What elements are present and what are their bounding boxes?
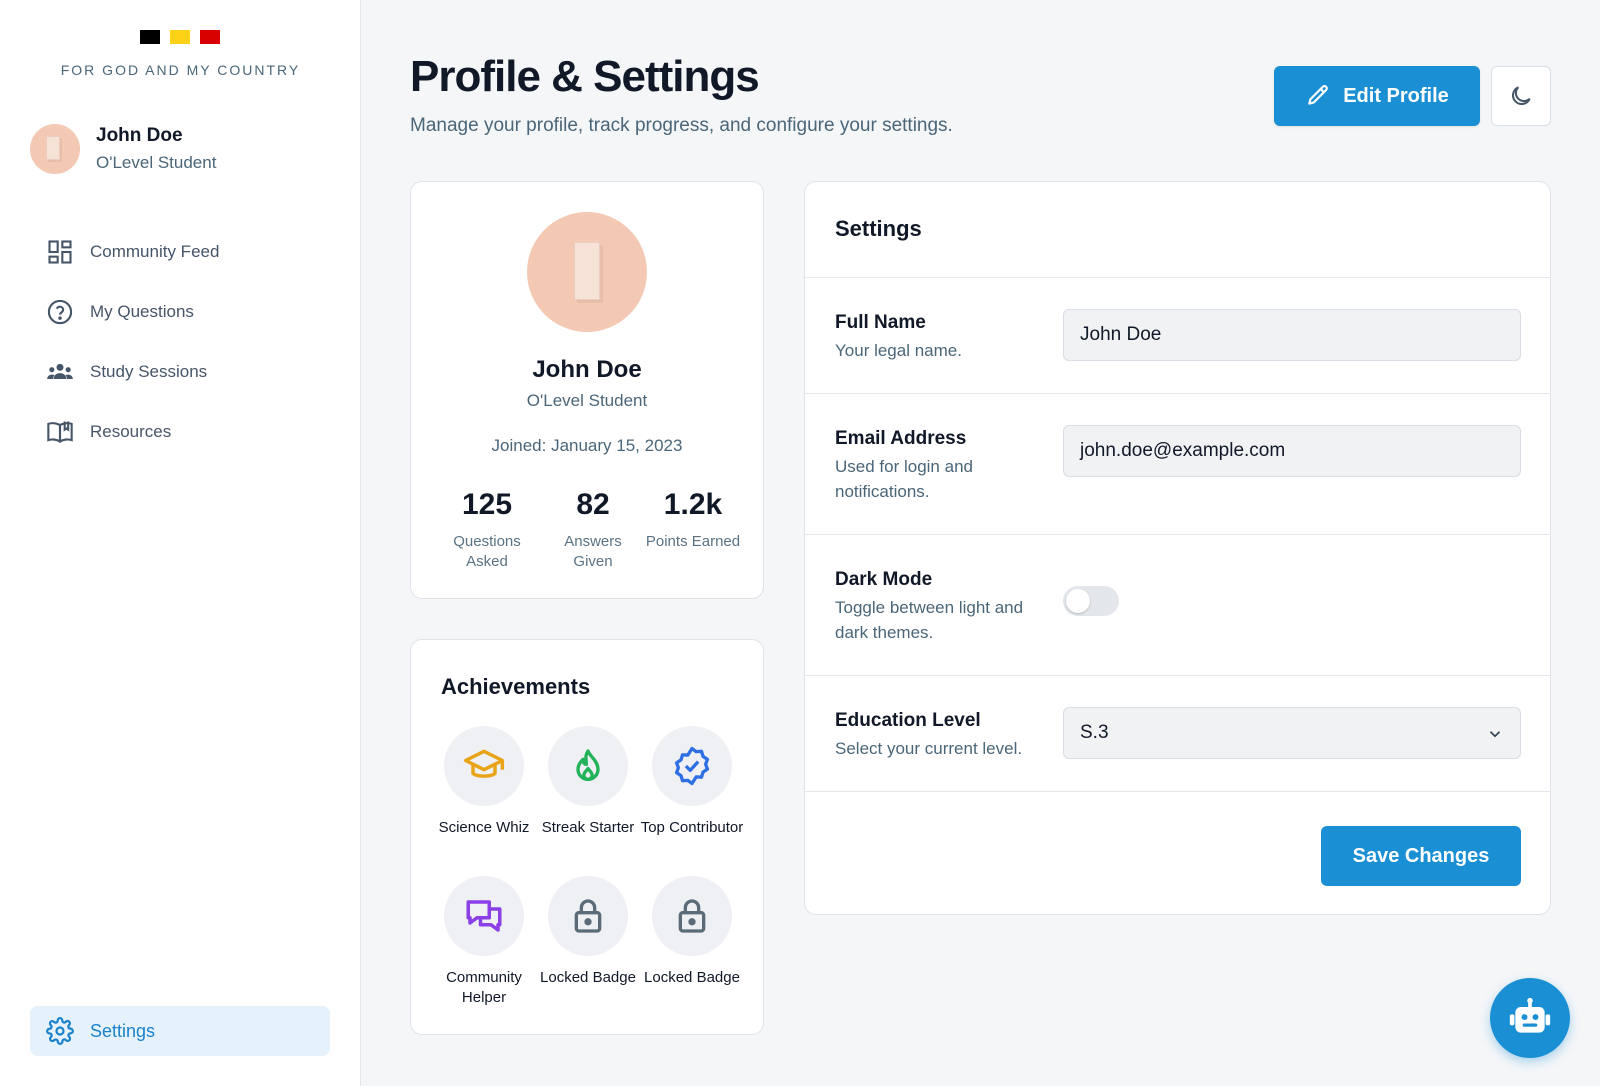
badge-community-helper[interactable]: Community Helper <box>432 876 536 1008</box>
sidebar-item-label: Resources <box>90 422 172 441</box>
stat-questions-asked: 125 Questions Asked <box>437 488 537 572</box>
save-changes-button[interactable]: Save Changes <box>1321 826 1521 886</box>
badge-locked[interactable]: Locked Badge <box>640 876 744 988</box>
sidebar-item-study-sessions[interactable]: Study Sessions <box>30 342 330 402</box>
setting-title: Dark Mode <box>835 569 933 590</box>
badge-label: Science Whiz <box>438 819 530 836</box>
page-subtitle: Manage your profile, track progress, and… <box>410 115 953 136</box>
book-icon <box>44 416 76 448</box>
badge-label: Community Helper <box>446 969 522 1006</box>
setting-title: Full Name <box>835 312 926 333</box>
avatar <box>30 124 80 174</box>
chat-bubbles-icon <box>444 876 524 956</box>
stat-value: 125 <box>461 488 513 521</box>
lock-icon <box>548 876 628 956</box>
assistant-button[interactable] <box>1490 978 1570 1058</box>
avatar <box>527 212 647 332</box>
setting-education-level: Education Level Select your current leve… <box>805 676 1550 792</box>
badge-science-whiz[interactable]: Science Whiz <box>432 726 536 838</box>
stat-label: Answers Given <box>564 533 622 570</box>
sidebar-user-role: O'Level Student <box>96 153 217 172</box>
motto: FOR GOD AND MY COUNTRY <box>60 62 301 78</box>
pencil-icon <box>1308 85 1329 105</box>
badge-label: Streak Starter <box>541 819 635 836</box>
email-field[interactable]: john.doe@example.com <box>1063 425 1521 477</box>
full-name-field[interactable]: John Doe <box>1063 309 1521 361</box>
education-level-select[interactable]: S.3 <box>1063 707 1521 759</box>
theme-toggle-button[interactable] <box>1491 66 1551 126</box>
chevron-down-icon <box>1489 731 1501 738</box>
setting-title: Email Address <box>835 428 967 449</box>
profile-name: John Doe <box>532 356 642 383</box>
edit-profile-button[interactable]: Edit Profile <box>1274 66 1480 126</box>
sidebar-item-my-questions[interactable]: My Questions <box>30 282 330 342</box>
setting-description: Select your current level. <box>835 739 1023 758</box>
sidebar-item-label: Community Feed <box>90 242 220 261</box>
sidebar-item-resources[interactable]: Resources <box>30 402 330 462</box>
achievements-card: Achievements Science Whiz Streak Starter… <box>410 639 764 1035</box>
setting-description: Used for login and notifications. <box>835 457 973 501</box>
badge-label: Locked Badge <box>540 969 636 986</box>
sidebar-user: John Doe O'Level Student <box>30 124 216 174</box>
profile-joined-date: Joined: January 15, 2023 <box>491 436 683 455</box>
flame-icon <box>548 726 628 806</box>
badge-label: Locked Badge <box>644 969 740 986</box>
sidebar-item-label: My Questions <box>90 302 194 321</box>
setting-dark-mode: Dark Mode Toggle between light and dark … <box>805 535 1550 676</box>
stat-answers-given: 82 Answers Given <box>543 488 643 572</box>
profile-role: O'Level Student <box>526 391 648 410</box>
setting-title: Education Level <box>835 710 981 731</box>
dark-mode-toggle[interactable] <box>1063 586 1119 616</box>
setting-full-name: Full Name Your legal name. John Doe <box>805 278 1550 394</box>
gear-icon <box>44 1015 76 1047</box>
achievements-title: Achievements <box>441 674 591 699</box>
sidebar-item-label: Study Sessions <box>90 362 208 381</box>
sidebar-item-settings[interactable]: Settings <box>30 1006 330 1056</box>
badge-top-contributor[interactable]: Top Contributor <box>640 726 744 838</box>
edit-profile-label: Edit Profile <box>1343 84 1449 107</box>
education-level-value: S.3 <box>1080 722 1109 743</box>
dashboard-icon <box>44 236 76 268</box>
setting-email: Email Address Used for login and notific… <box>805 394 1550 535</box>
verified-badge-icon <box>652 726 732 806</box>
group-icon <box>44 356 76 388</box>
stat-value: 82 <box>576 488 610 521</box>
page-title: Profile & Settings <box>410 52 760 101</box>
flag-icon <box>140 30 220 44</box>
robot-icon <box>1509 997 1551 1033</box>
profile-card: John Doe O'Level Student Joined: January… <box>410 181 764 599</box>
sidebar-nav: Community Feed My Questions Study Sessio… <box>30 222 330 462</box>
stat-label: Questions Asked <box>453 533 521 570</box>
settings-card: Settings Full Name Your legal name. John… <box>804 181 1551 915</box>
settings-title: Settings <box>805 182 1550 278</box>
stat-label: Points Earned <box>645 533 741 550</box>
stat-value: 1.2k <box>663 488 723 521</box>
sidebar-item-label: Settings <box>90 1020 156 1041</box>
badge-locked[interactable]: Locked Badge <box>536 876 640 988</box>
setting-description: Your legal name. <box>835 341 962 360</box>
stat-points-earned: 1.2k Points Earned <box>643 488 743 552</box>
badge-label: Top Contributor <box>640 819 744 836</box>
sidebar: FOR GOD AND MY COUNTRY John Doe O'Level … <box>0 0 361 1086</box>
sidebar-item-community-feed[interactable]: Community Feed <box>30 222 330 282</box>
graduation-cap-icon <box>444 726 524 806</box>
sidebar-user-name: John Doe <box>96 125 183 146</box>
lock-icon <box>652 876 732 956</box>
moon-icon <box>1512 86 1531 105</box>
setting-description: Toggle between light and dark themes. <box>835 598 1024 642</box>
badge-streak-starter[interactable]: Streak Starter <box>536 726 640 838</box>
question-circle-icon <box>44 296 76 328</box>
